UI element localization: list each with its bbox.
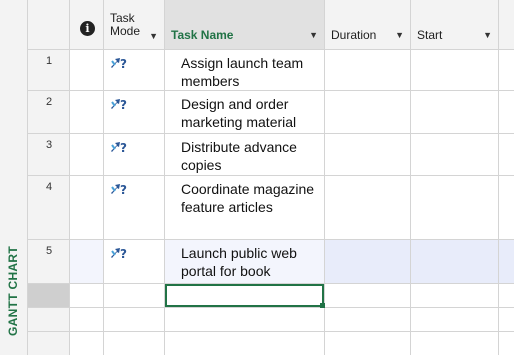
- task-mode-cell[interactable]: [104, 308, 165, 332]
- new-task-row[interactable]: [28, 284, 514, 308]
- indicator-cell[interactable]: [70, 134, 104, 176]
- extra-cell[interactable]: [499, 134, 514, 176]
- indicator-cell[interactable]: [70, 308, 104, 332]
- select-all-corner[interactable]: [28, 0, 70, 50]
- task-name-cell[interactable]: Distribute advance copies: [165, 134, 325, 176]
- row-number[interactable]: 5: [28, 240, 70, 284]
- manual-schedule-icon: ?: [109, 95, 129, 116]
- indicator-cell[interactable]: [70, 176, 104, 240]
- start-cell[interactable]: [411, 50, 499, 91]
- manual-schedule-icon: ?: [109, 180, 129, 201]
- indicator-cell[interactable]: [70, 284, 104, 308]
- start-cell[interactable]: [411, 332, 499, 355]
- table-row[interactable]: 4 ? Coordinate magazine feature articles: [28, 176, 514, 240]
- chevron-down-icon[interactable]: ▼: [309, 30, 318, 40]
- svg-text:?: ?: [120, 183, 127, 196]
- extra-cell[interactable]: [499, 284, 514, 308]
- start-column-header[interactable]: Start ▼: [411, 0, 499, 50]
- start-cell[interactable]: [411, 91, 499, 134]
- task-name-cell[interactable]: [165, 308, 325, 332]
- extra-cell[interactable]: [499, 91, 514, 134]
- svg-text:?: ?: [120, 98, 127, 111]
- duration-cell[interactable]: [325, 50, 411, 91]
- row-number[interactable]: 3: [28, 134, 70, 176]
- duration-cell[interactable]: [325, 134, 411, 176]
- extra-cell[interactable]: [499, 332, 514, 355]
- start-cell[interactable]: [411, 308, 499, 332]
- task-mode-cell[interactable]: ?: [104, 176, 165, 240]
- task-mode-cell[interactable]: ?: [104, 134, 165, 176]
- task-name-cell[interactable]: Assign launch team members: [165, 50, 325, 91]
- task-mode-cell[interactable]: [104, 284, 165, 308]
- indicator-cell[interactable]: [70, 50, 104, 91]
- view-label: GANTT CHART: [2, 231, 24, 351]
- duration-cell[interactable]: [325, 240, 411, 284]
- extra-cell[interactable]: [499, 308, 514, 332]
- duration-cell[interactable]: [325, 284, 411, 308]
- chevron-down-icon[interactable]: ▼: [149, 31, 158, 41]
- row-number[interactable]: [28, 284, 70, 308]
- empty-row[interactable]: [28, 308, 514, 332]
- task-name-cell[interactable]: Coordinate magazine feature articles: [165, 176, 325, 240]
- duration-cell[interactable]: [325, 308, 411, 332]
- indicators-column-header[interactable]: i: [70, 0, 104, 50]
- extra-cell[interactable]: [499, 50, 514, 91]
- table-row[interactable]: 1 ? Assign launch team members: [28, 50, 514, 91]
- add-column-header[interactable]: [499, 0, 514, 50]
- task-mode-cell[interactable]: ?: [104, 240, 165, 284]
- task-mode-cell[interactable]: ?: [104, 50, 165, 91]
- row-number[interactable]: [28, 308, 70, 332]
- task-name-cell[interactable]: Design and order marketing material: [165, 91, 325, 134]
- view-bar[interactable]: GANTT CHART: [0, 0, 28, 355]
- row-number[interactable]: 4: [28, 176, 70, 240]
- duration-cell[interactable]: [325, 176, 411, 240]
- task-name-column-header[interactable]: Task Name ▼: [165, 0, 325, 50]
- table-row[interactable]: 3 ? Distribute advance copies: [28, 134, 514, 176]
- svg-text:?: ?: [120, 141, 127, 154]
- task-name-cell[interactable]: Launch public web portal for book: [165, 240, 325, 284]
- chevron-down-icon[interactable]: ▼: [395, 30, 404, 40]
- indicator-cell[interactable]: [70, 332, 104, 355]
- indicator-cell[interactable]: [70, 91, 104, 134]
- task-name-cell[interactable]: [165, 332, 325, 355]
- table-row[interactable]: 2 ? Design and order marketing material: [28, 91, 514, 134]
- duration-column-header[interactable]: Duration ▼: [325, 0, 411, 50]
- task-sheet: i Task Mode ▼ Task Name ▼ Duration ▼ Sta…: [28, 0, 514, 355]
- row-number[interactable]: 1: [28, 50, 70, 91]
- task-mode-cell[interactable]: [104, 332, 165, 355]
- start-cell[interactable]: [411, 176, 499, 240]
- start-cell[interactable]: [411, 240, 499, 284]
- svg-text:?: ?: [120, 247, 127, 260]
- row-number[interactable]: [28, 332, 70, 355]
- chevron-down-icon[interactable]: ▼: [483, 30, 492, 40]
- task-mode-header-text: Task Mode: [110, 11, 141, 38]
- active-task-name-cell[interactable]: [165, 284, 325, 308]
- extra-cell[interactable]: [499, 240, 514, 284]
- task-mode-cell[interactable]: ?: [104, 91, 165, 134]
- empty-row[interactable]: [28, 332, 514, 355]
- indicator-cell[interactable]: [70, 240, 104, 284]
- extra-cell[interactable]: [499, 176, 514, 240]
- manual-schedule-icon: ?: [109, 54, 129, 75]
- start-cell[interactable]: [411, 134, 499, 176]
- start-cell[interactable]: [411, 284, 499, 308]
- info-icon: i: [80, 21, 95, 36]
- gantt-chart-label: GANTT CHART: [6, 246, 20, 336]
- row-number[interactable]: 2: [28, 91, 70, 134]
- duration-cell[interactable]: [325, 91, 411, 134]
- duration-cell[interactable]: [325, 332, 411, 355]
- manual-schedule-icon: ?: [109, 244, 129, 265]
- manual-schedule-icon: ?: [109, 138, 129, 159]
- table-row[interactable]: 5 ? Launch public web portal for book: [28, 240, 514, 284]
- task-mode-column-header[interactable]: Task Mode ▼: [104, 0, 165, 50]
- column-header-row: i Task Mode ▼ Task Name ▼ Duration ▼ Sta…: [28, 0, 514, 50]
- svg-text:?: ?: [120, 57, 127, 70]
